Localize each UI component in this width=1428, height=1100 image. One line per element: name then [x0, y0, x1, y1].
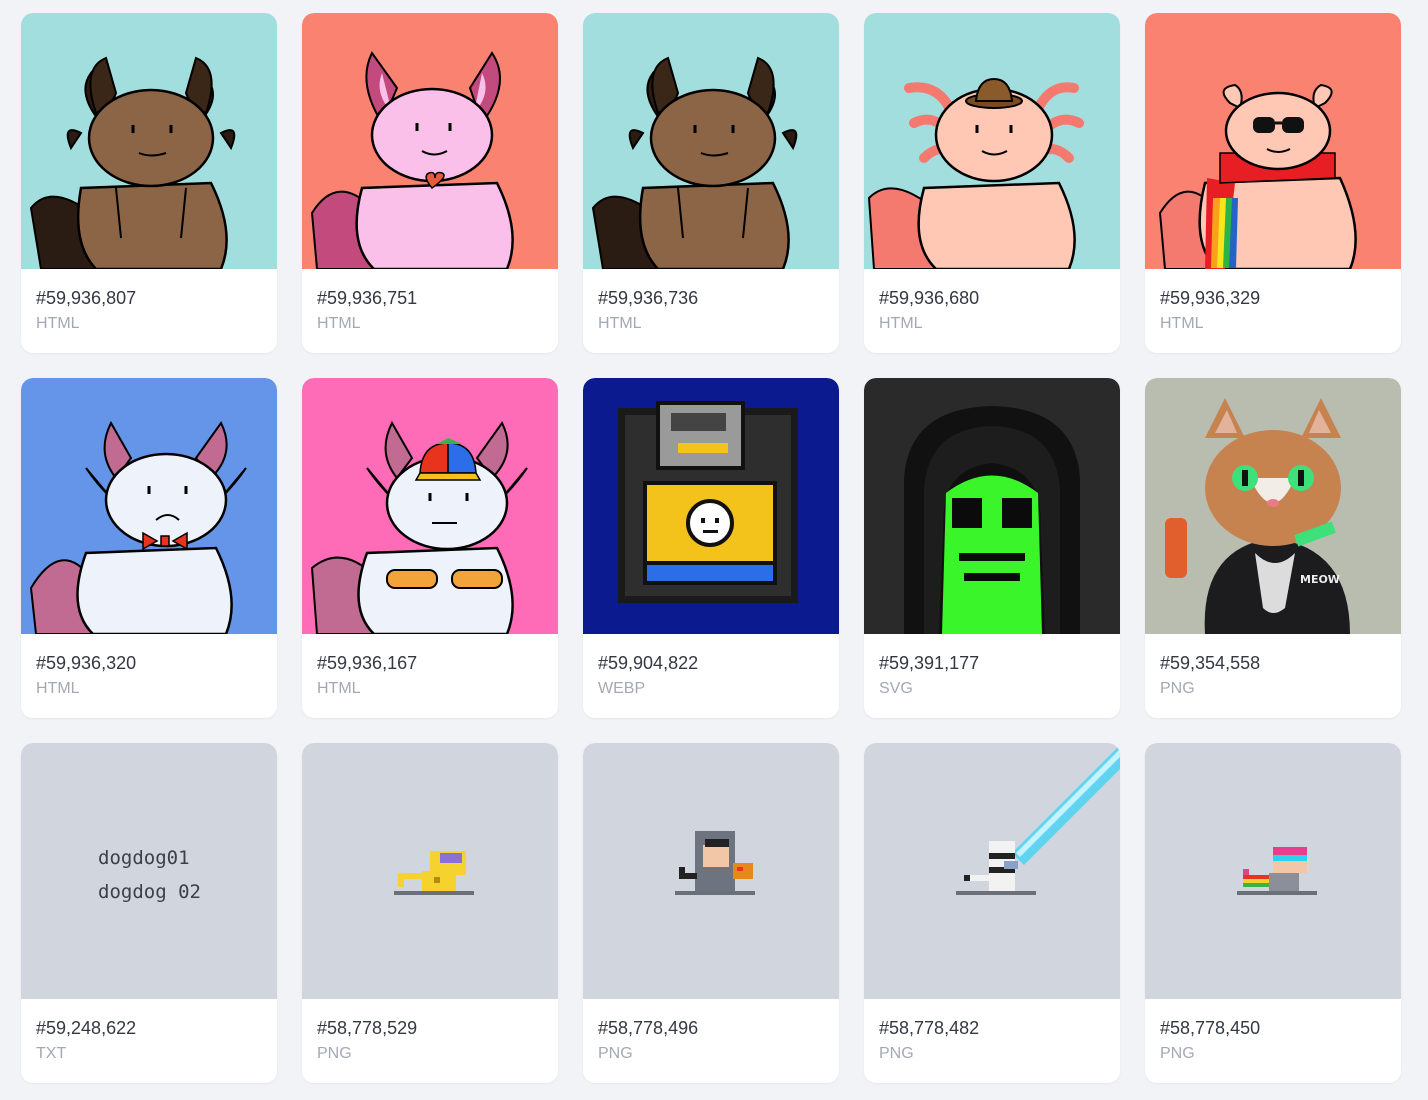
axolotl-pink-heart-image — [302, 13, 558, 269]
inscription-thumbnail[interactable] — [21, 13, 277, 269]
inscription-number: #59,391,177 — [879, 653, 980, 673]
inscription-format: HTML — [879, 315, 923, 332]
cat-leather-jacket-image: MEOW — [1145, 378, 1401, 634]
inscription-number: #59,936,329 — [1160, 288, 1261, 308]
inscription-card[interactable]: MEOW #59,354,558 PNG — [1145, 378, 1401, 718]
inscription-format: PNG — [598, 1045, 633, 1062]
inscription-grid: #59,936,807 HTML #59,936,751 HTML #59,93… — [21, 13, 1401, 1083]
inscription-thumbnail[interactable] — [302, 743, 558, 999]
pixel-floppy-disk-image — [583, 378, 839, 634]
axolotl-white-bowtie-image — [21, 378, 277, 634]
inscription-format: PNG — [317, 1045, 352, 1062]
inscription-thumbnail[interactable] — [864, 13, 1120, 269]
inscription-number: #59,936,167 — [317, 653, 418, 673]
inscription-card[interactable]: #59,904,822 WEBP — [583, 378, 839, 718]
inscription-format: PNG — [1160, 1045, 1195, 1062]
pixel-rainbow-monkey-image — [1145, 743, 1401, 999]
axolotl-peach-hat-image — [864, 13, 1120, 269]
inscription-card[interactable]: #59,936,167 HTML — [302, 378, 558, 718]
inscription-number: #58,778,450 — [1160, 1018, 1261, 1038]
svg-text:MEOW: MEOW — [1300, 573, 1340, 586]
inscription-card[interactable]: #59,391,177 SVG — [864, 378, 1120, 718]
inscription-thumbnail[interactable] — [583, 378, 839, 634]
inscription-format: SVG — [879, 680, 913, 697]
inscription-number: #59,248,622 — [36, 1018, 137, 1038]
inscription-thumbnail[interactable] — [583, 13, 839, 269]
text-preview-line: dogdog 02 — [98, 881, 201, 903]
inscription-number: #58,778,529 — [317, 1018, 418, 1038]
inscription-thumbnail[interactable] — [21, 378, 277, 634]
inscription-card[interactable]: #59,936,807 HTML — [21, 13, 277, 353]
pixel-lightsaber-monkey-image — [864, 743, 1120, 999]
pixel-hooded-monkey-image — [583, 743, 839, 999]
inscription-thumbnail[interactable] — [1145, 743, 1401, 999]
inscription-card[interactable]: #59,936,320 HTML — [21, 378, 277, 718]
text-preview-line: dogdog01 — [98, 847, 190, 869]
inscription-number: #59,936,807 — [36, 288, 137, 308]
axolotl-white-propeller-cap-image — [302, 378, 558, 634]
inscription-number: #59,936,320 — [36, 653, 137, 673]
inscription-thumbnail[interactable] — [1145, 13, 1401, 269]
pixel-yellow-monkey-image — [302, 743, 558, 999]
axolotl-sunglasses-rainbow-image — [1145, 13, 1401, 269]
inscription-format: WEBP — [598, 680, 646, 697]
text-preview: dogdog01 dogdog 02 — [98, 841, 201, 909]
inscription-number: #58,778,482 — [879, 1018, 980, 1038]
axolotl-brown-image — [21, 13, 277, 269]
inscription-number: #59,936,680 — [879, 288, 980, 308]
inscription-format: PNG — [1160, 680, 1195, 697]
inscription-format: HTML — [36, 680, 80, 697]
inscription-number: #58,778,496 — [598, 1018, 699, 1038]
inscription-thumbnail[interactable]: dogdog01 dogdog 02 — [21, 743, 277, 999]
inscription-thumbnail[interactable] — [864, 743, 1120, 999]
inscription-format: TXT — [36, 1045, 67, 1062]
inscription-format: PNG — [879, 1045, 914, 1062]
inscription-thumbnail[interactable] — [302, 378, 558, 634]
inscription-format: HTML — [1160, 315, 1204, 332]
inscription-card[interactable]: #58,778,482 PNG — [864, 743, 1120, 1083]
inscription-thumbnail[interactable] — [864, 378, 1120, 634]
inscription-number: #59,936,736 — [598, 288, 699, 308]
inscription-format: HTML — [317, 315, 361, 332]
inscription-card[interactable]: #59,936,736 HTML — [583, 13, 839, 353]
inscription-card[interactable]: #59,936,680 HTML — [864, 13, 1120, 353]
inscription-format: HTML — [317, 680, 361, 697]
inscription-number: #59,354,558 — [1160, 653, 1261, 673]
inscription-number: #59,936,751 — [317, 288, 418, 308]
inscription-card[interactable]: dogdog01 dogdog 02 #59,248,622 TXT — [21, 743, 277, 1083]
inscription-format: HTML — [36, 315, 80, 332]
inscription-number: #59,904,822 — [598, 653, 699, 673]
inscription-thumbnail[interactable] — [302, 13, 558, 269]
inscription-format: HTML — [598, 315, 642, 332]
inscription-thumbnail[interactable] — [583, 743, 839, 999]
inscription-card[interactable]: #58,778,529 PNG — [302, 743, 558, 1083]
axolotl-brown-image — [583, 13, 839, 269]
pixel-green-hooded-face-image — [864, 378, 1120, 634]
inscription-card[interactable]: #59,936,751 HTML — [302, 13, 558, 353]
inscription-card[interactable]: #59,936,329 HTML — [1145, 13, 1401, 353]
inscription-thumbnail[interactable]: MEOW — [1145, 378, 1401, 634]
inscription-card[interactable]: #58,778,496 PNG — [583, 743, 839, 1083]
inscription-card[interactable]: #58,778,450 PNG — [1145, 743, 1401, 1083]
